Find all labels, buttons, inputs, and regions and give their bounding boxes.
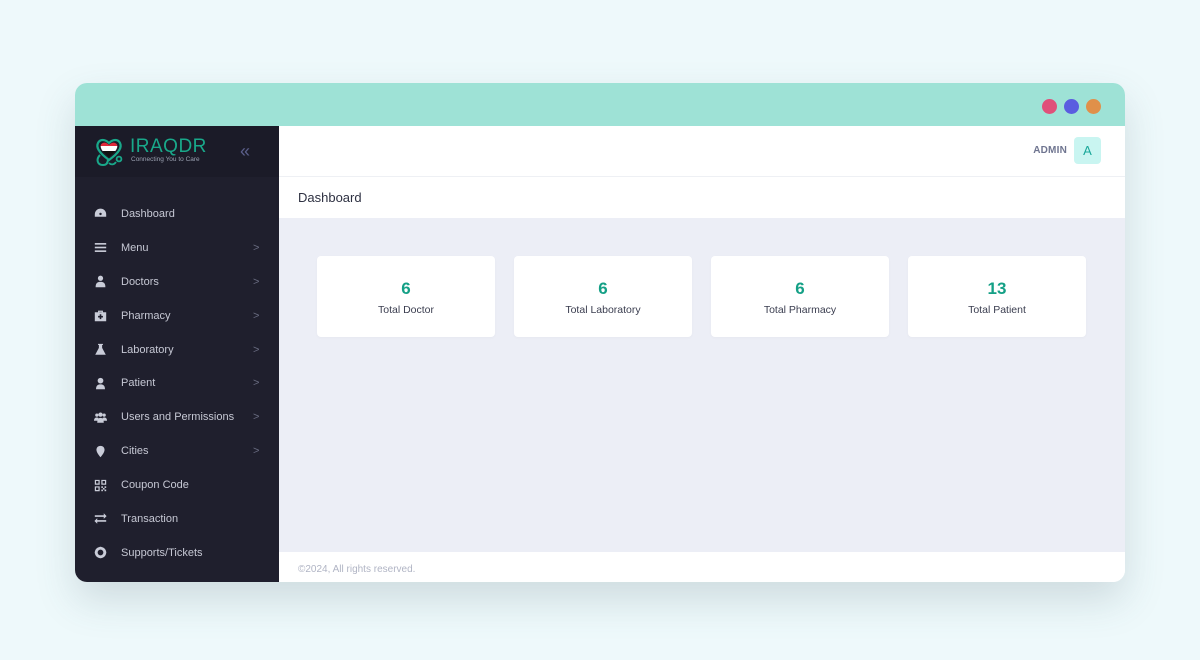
sidebar-item-label: Menu	[121, 241, 149, 254]
chevron-right-icon: >	[253, 343, 260, 356]
sidebar: IRAQDR Connecting You to Care « Dashboar…	[75, 126, 279, 582]
chevron-right-icon: >	[253, 241, 260, 254]
map-pin-icon	[93, 444, 107, 458]
users-icon	[93, 410, 107, 424]
heart-stethoscope-logo-icon	[96, 138, 123, 167]
minimize-dot[interactable]	[1064, 99, 1079, 114]
copyright-text: ©2024, All rights reserved.	[298, 564, 416, 575]
stat-card-patient[interactable]: 13 Total Patient	[908, 256, 1086, 337]
qrcode-icon	[93, 478, 107, 492]
sidebar-nav: Dashboard Menu > Doctors > Pharmacy > La…	[75, 197, 279, 570]
stat-label: Total Patient	[968, 304, 1026, 316]
stat-label: Total Doctor	[377, 304, 435, 316]
double-chevron-left-icon[interactable]: «	[235, 141, 255, 161]
main-content: 6 Total Doctor 6 Total Laboratory 6 Tota…	[279, 218, 1125, 552]
sidebar-item-users-permissions[interactable]: Users and Permissions >	[75, 400, 279, 434]
stat-card-laboratory[interactable]: 6 Total Laboratory	[514, 256, 692, 337]
stat-value: 6	[401, 279, 411, 298]
sidebar-item-doctors[interactable]: Doctors >	[75, 265, 279, 299]
life-ring-icon	[93, 546, 107, 560]
sidebar-item-coupon-code[interactable]: Coupon Code	[75, 468, 279, 502]
sidebar-item-supports-tickets[interactable]: Supports/Tickets	[75, 536, 279, 570]
gauge-icon	[93, 207, 107, 221]
sidebar-item-label: Users and Permissions	[121, 411, 235, 424]
chevron-right-icon: >	[253, 377, 260, 390]
maximize-dot[interactable]	[1086, 99, 1101, 114]
sidebar-item-label: Pharmacy	[121, 309, 171, 322]
bars-icon	[93, 241, 107, 255]
chevron-right-icon: >	[253, 275, 260, 288]
user-name[interactable]: ADMIN	[1033, 145, 1067, 156]
stat-value: 13	[987, 279, 1007, 298]
flask-icon	[93, 343, 107, 357]
window-controls	[1042, 99, 1101, 114]
chevron-right-icon: >	[253, 445, 260, 458]
sidebar-item-dashboard[interactable]: Dashboard	[75, 197, 279, 231]
sidebar-item-transaction[interactable]: Transaction	[75, 502, 279, 536]
doctor-icon	[93, 275, 107, 289]
stat-value: 6	[795, 279, 805, 298]
sidebar-item-label: Cities	[121, 445, 149, 458]
sidebar-item-label: Supports/Tickets	[121, 546, 203, 559]
footer: ©2024, All rights reserved.	[279, 552, 1125, 582]
window-titlebar	[75, 83, 1125, 126]
sidebar-item-label: Patient	[121, 377, 156, 390]
chevron-right-icon: >	[253, 309, 260, 322]
app-window: IRAQDR Connecting You to Care « Dashboar…	[75, 83, 1125, 582]
sidebar-item-pharmacy[interactable]: Pharmacy >	[75, 299, 279, 333]
sidebar-item-laboratory[interactable]: Laboratory >	[75, 333, 279, 367]
sidebar-item-menu[interactable]: Menu >	[75, 231, 279, 265]
brand: IRAQDR Connecting You to Care «	[75, 126, 279, 177]
stat-card-pharmacy[interactable]: 6 Total Pharmacy	[711, 256, 889, 337]
topbar: ADMIN A	[279, 126, 1125, 177]
brand-name: IRAQDR	[130, 136, 207, 157]
page-title: Dashboard	[298, 190, 362, 205]
sidebar-item-label: Dashboard	[121, 207, 175, 220]
sidebar-item-patient[interactable]: Patient >	[75, 366, 279, 400]
brand-tagline: Connecting You to Care	[131, 156, 200, 163]
stat-value: 6	[598, 279, 608, 298]
close-dot[interactable]	[1042, 99, 1057, 114]
sidebar-item-label: Coupon Code	[121, 479, 189, 492]
stats-cards: 6 Total Doctor 6 Total Laboratory 6 Tota…	[317, 256, 1086, 337]
chevron-right-icon: >	[253, 411, 260, 424]
sidebar-item-cities[interactable]: Cities >	[75, 434, 279, 468]
stat-label: Total Pharmacy	[763, 304, 837, 316]
exchange-icon	[93, 512, 107, 526]
page-header: Dashboard	[279, 177, 1125, 218]
medkit-icon	[93, 309, 107, 323]
sidebar-item-label: Doctors	[121, 275, 159, 288]
stat-card-doctor[interactable]: 6 Total Doctor	[317, 256, 495, 337]
sidebar-item-label: Laboratory	[121, 343, 174, 356]
avatar[interactable]: A	[1074, 137, 1101, 164]
sidebar-item-label: Transaction	[121, 512, 179, 525]
user-icon	[93, 376, 107, 390]
stat-label: Total Laboratory	[565, 304, 641, 316]
